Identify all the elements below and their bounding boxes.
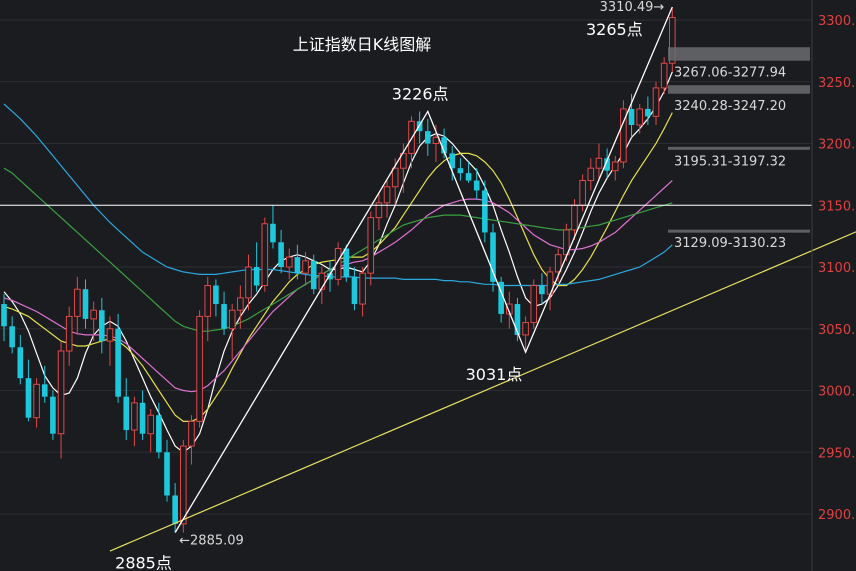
candle-body xyxy=(253,267,260,286)
candle-body xyxy=(522,322,529,336)
candle-body xyxy=(611,161,619,172)
candle-body xyxy=(123,396,130,431)
candle-body xyxy=(457,168,464,174)
y-tick-label: 3300.00 xyxy=(818,14,856,29)
candle-body xyxy=(482,190,488,233)
candle-body xyxy=(82,289,89,319)
candle-body xyxy=(530,285,538,324)
candle xyxy=(196,310,203,428)
candle-body xyxy=(473,180,480,191)
candle-body xyxy=(41,384,48,397)
gap-label: 3267.06-3277.94 xyxy=(674,66,786,81)
candle-body xyxy=(156,415,162,453)
candle-body xyxy=(367,217,375,274)
y-tick-label: 3050.00 xyxy=(818,323,856,338)
y-tick-label: 3150.00 xyxy=(818,199,856,214)
candle-body xyxy=(106,328,114,342)
candle xyxy=(620,100,627,169)
candle-body xyxy=(432,136,440,144)
wave-point-label: 3031点 xyxy=(466,365,523,384)
candle-body xyxy=(539,285,545,295)
candle-body xyxy=(490,232,496,282)
candle-body xyxy=(131,402,138,431)
candle-body xyxy=(514,304,521,335)
wave-point-label: 3226点 xyxy=(392,84,449,103)
candle-body xyxy=(359,272,366,305)
kline-chart: 3267.06-3277.94 3240.28-3247.20 3195.31-31… xyxy=(0,0,856,571)
candle-body xyxy=(652,87,660,117)
candle-body xyxy=(204,285,212,317)
gap-zone xyxy=(668,85,810,94)
candle-body xyxy=(188,420,195,447)
candle xyxy=(530,279,538,329)
y-tick-label: 2900.00 xyxy=(818,508,856,523)
candle xyxy=(490,223,496,292)
y-tick-label: 2950.00 xyxy=(818,446,856,461)
gap-zone xyxy=(668,229,810,233)
candle xyxy=(261,217,269,292)
candle-body xyxy=(391,167,399,188)
candle-body xyxy=(139,402,146,434)
candle xyxy=(50,390,56,440)
candle-body xyxy=(180,445,187,525)
candle-body xyxy=(310,260,317,290)
candle-body xyxy=(343,248,350,277)
candle-body xyxy=(571,204,578,231)
candle-body xyxy=(99,310,105,342)
candle-body xyxy=(302,260,309,274)
candle-body xyxy=(636,108,644,126)
candle-body xyxy=(351,276,358,305)
low-price-label: ←2885.09 xyxy=(179,533,244,548)
y-tick-label: 3200.00 xyxy=(818,138,856,153)
candle-body xyxy=(270,223,276,243)
candle-body xyxy=(1,304,7,327)
candle-body xyxy=(17,347,24,379)
gap-label: 3129.09-3130.23 xyxy=(674,236,786,251)
candle-body xyxy=(74,288,81,317)
high-price-label: 3310.49→ xyxy=(600,0,665,15)
y-tick-label: 3250.00 xyxy=(818,76,856,91)
y-tick-label: 3100.00 xyxy=(818,261,856,276)
candle-body xyxy=(196,315,203,422)
chart-title: 上证指数日K线图解 xyxy=(293,35,432,54)
candle-body xyxy=(425,131,431,144)
gap-zone xyxy=(668,146,810,150)
candle-body xyxy=(245,266,252,299)
candle-body xyxy=(595,157,603,169)
candle-body xyxy=(25,378,32,418)
candle-body xyxy=(261,223,269,287)
wave-point-label: 2885点 xyxy=(115,554,172,571)
candle-body xyxy=(278,242,284,267)
candle-body xyxy=(465,173,472,181)
candle-body xyxy=(660,62,668,89)
gap-label: 3195.31-3197.32 xyxy=(674,154,786,169)
candle-body xyxy=(90,309,97,320)
gap-zone xyxy=(668,47,810,61)
wave-point-label: 3265点 xyxy=(586,20,643,39)
candle-body xyxy=(115,328,121,397)
candle-body xyxy=(628,108,635,125)
candle-body xyxy=(228,309,236,330)
candle-body xyxy=(579,180,586,206)
candle-body xyxy=(147,414,154,435)
candle-body xyxy=(50,396,56,434)
candle-body xyxy=(237,297,244,311)
candle-body xyxy=(9,326,15,348)
candle-body xyxy=(213,285,219,305)
candle-body xyxy=(285,256,293,268)
y-tick-label: 3000.00 xyxy=(818,385,856,400)
candle-body xyxy=(294,257,301,274)
gap-label: 3240.28-3247.20 xyxy=(674,99,786,114)
candle-body xyxy=(65,315,73,352)
candle-body xyxy=(645,108,651,117)
candle-body xyxy=(164,452,170,496)
candle-body xyxy=(383,186,391,204)
candle-body xyxy=(33,383,40,419)
candle-body xyxy=(587,167,595,182)
candle-body xyxy=(221,304,227,329)
candle-body xyxy=(172,495,178,524)
candle xyxy=(514,297,521,342)
candle-body xyxy=(57,350,65,435)
